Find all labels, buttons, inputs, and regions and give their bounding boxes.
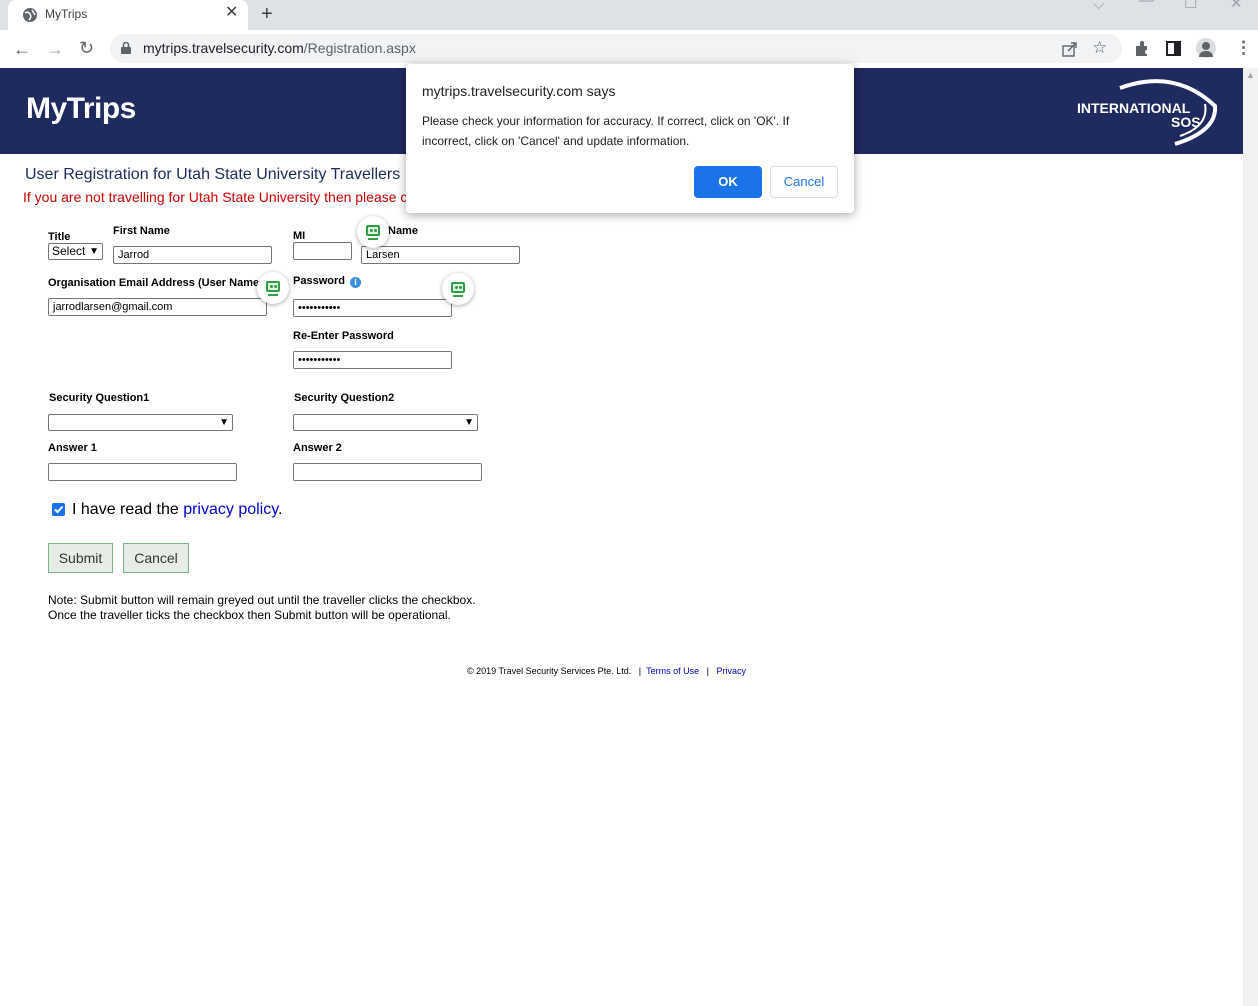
reenter-password-field[interactable]: •••••••••••: [293, 351, 452, 369]
privacy-statement: I have read the privacy policy.: [72, 501, 283, 518]
url-text: mytrips.travelsecurity.com/Registration.…: [143, 40, 416, 56]
close-tab-icon[interactable]: ✕: [225, 4, 238, 22]
security-question2-select[interactable]: ▼: [293, 414, 478, 431]
dialog-message: Please check your information for accura…: [422, 114, 790, 148]
globe-icon: [23, 8, 37, 22]
answer1-field[interactable]: [48, 463, 237, 481]
terms-of-use-link[interactable]: Terms of Use: [646, 666, 699, 676]
title-label: Title: [48, 231, 71, 243]
maximize-icon[interactable]: ☐: [1184, 0, 1197, 12]
submit-note: Note: Submit button will remain greyed o…: [48, 593, 476, 622]
browser-tab[interactable]: MyTrips ✕: [8, 0, 248, 30]
privacy-policy-link[interactable]: privacy policy: [183, 501, 278, 518]
password-manager-icon[interactable]: [257, 272, 289, 304]
share-icon[interactable]: [1062, 41, 1078, 57]
last-name-label: Name: [388, 225, 418, 237]
confirm-dialog: mytrips.travelsecurity.com says Please c…: [406, 64, 854, 213]
privacy-link[interactable]: Privacy: [716, 666, 746, 676]
tab-title: MyTrips: [45, 7, 88, 21]
back-icon[interactable]: ←: [13, 39, 31, 59]
new-tab-icon[interactable]: +: [261, 3, 273, 25]
tab-strip: MyTrips ✕ + ⌵ — ☐ ✕: [0, 0, 1258, 30]
email-label: Organisation Email Address (User Name: [48, 277, 260, 289]
security-question2-label: Security Question2: [294, 392, 395, 404]
mi-label: MI: [293, 230, 306, 242]
international-sos-logo: INTERNATIONAL SOS: [1077, 76, 1222, 146]
answer2-field[interactable]: [293, 463, 482, 481]
email-field[interactable]: jarrodlarsen@gmail.com: [48, 298, 267, 316]
dialog-ok-button[interactable]: OK: [694, 166, 762, 198]
footer: © 2019 Travel Security Services Pte. Ltd…: [467, 666, 746, 676]
last-name-field[interactable]: Larsen: [361, 246, 520, 264]
lock-icon: [121, 42, 131, 54]
dialog-cancel-button[interactable]: Cancel: [770, 166, 838, 198]
chevron-down-icon: ▼: [464, 417, 474, 428]
menu-kebab-icon[interactable]: ⋮: [1235, 38, 1252, 58]
forward-icon[interactable]: →: [46, 39, 64, 59]
eligibility-notice: If you are not travelling for Utah State…: [23, 189, 406, 205]
scroll-up-icon[interactable]: ▲: [1246, 70, 1255, 80]
security-question1-label: Security Question1: [49, 392, 150, 404]
submit-button[interactable]: Submit: [48, 543, 113, 573]
chevron-down-icon: ▼: [219, 417, 229, 428]
page-title: User Registration for Utah State Univers…: [25, 166, 401, 183]
chevron-down-icon: ▼: [89, 246, 99, 257]
reenter-password-label: Re-Enter Password: [293, 330, 394, 342]
first-name-field[interactable]: Jarrod: [113, 246, 272, 264]
privacy-checkbox[interactable]: [52, 503, 65, 516]
scrollbar[interactable]: [1243, 68, 1258, 1006]
answer2-label: Answer 2: [293, 442, 342, 454]
extensions-icon[interactable]: [1133, 40, 1150, 57]
mytrips-logo: MyTrips: [26, 92, 136, 125]
password-field[interactable]: •••••••••••: [293, 299, 452, 317]
side-panel-icon[interactable]: [1166, 41, 1181, 56]
chevron-down-icon[interactable]: ⌵: [1093, 0, 1104, 13]
password-label: Password: [293, 275, 345, 287]
profile-avatar-icon[interactable]: [1196, 38, 1216, 58]
dialog-title: mytrips.travelsecurity.com says: [422, 83, 616, 99]
security-question1-select[interactable]: ▼: [48, 414, 233, 431]
minimize-icon[interactable]: —: [1139, 0, 1154, 9]
reload-icon[interactable]: ↻: [79, 38, 94, 58]
info-icon[interactable]: i: [350, 277, 361, 288]
answer1-label: Answer 1: [48, 442, 97, 454]
title-select[interactable]: Select ▼: [48, 243, 103, 260]
password-manager-icon[interactable]: [357, 216, 389, 248]
address-bar[interactable]: mytrips.travelsecurity.com/Registration.…: [110, 34, 1122, 63]
close-window-icon[interactable]: ✕: [1230, 0, 1243, 12]
bookmark-star-icon[interactable]: ☆: [1092, 38, 1107, 58]
password-manager-icon[interactable]: [442, 273, 474, 305]
cancel-button[interactable]: Cancel: [123, 543, 189, 573]
checkmark-icon: [54, 505, 64, 514]
mi-field[interactable]: [293, 242, 352, 260]
first-name-label: First Name: [113, 225, 170, 237]
